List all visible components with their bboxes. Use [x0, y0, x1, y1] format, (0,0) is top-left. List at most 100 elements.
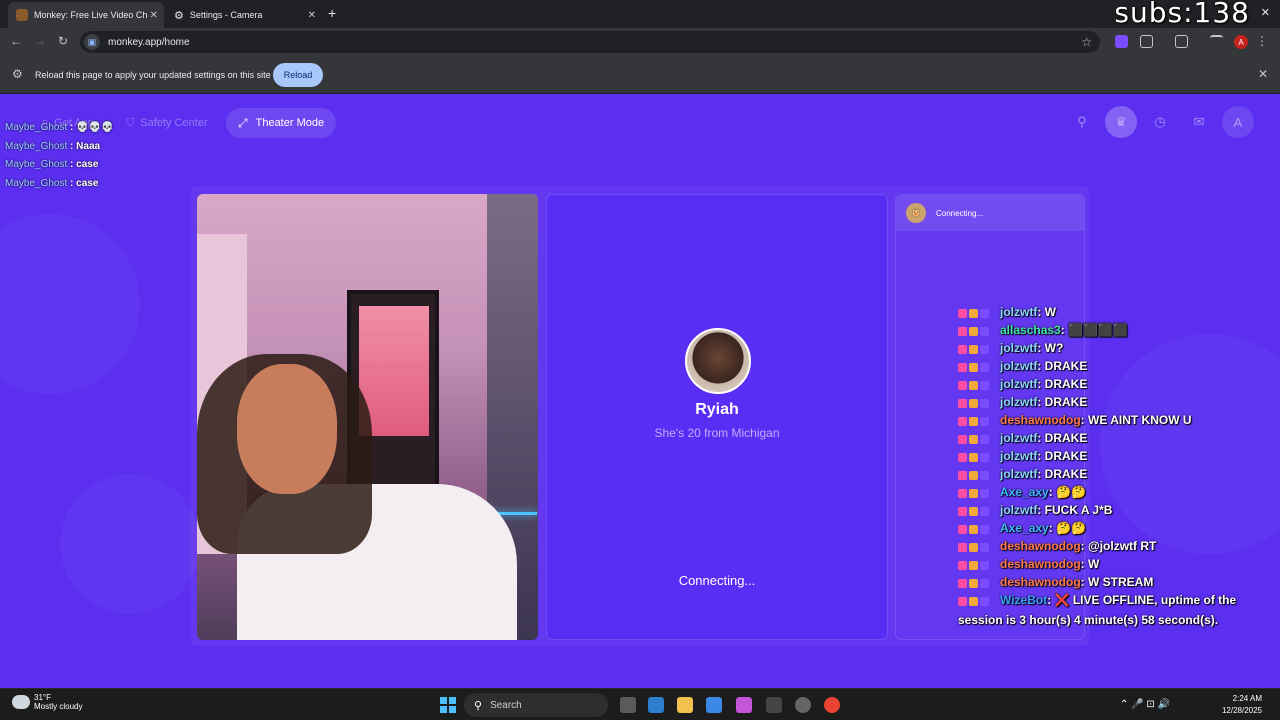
- address-bar[interactable]: ▣ monkey.app/home ☆: [80, 31, 1100, 53]
- tab-label: Settings - Camera: [189, 10, 263, 20]
- list-item: jolzwtf: DRAKE: [958, 375, 1274, 393]
- chat-username: jolzwtf: [1000, 503, 1038, 517]
- chat-message: : DRAKE: [1037, 377, 1088, 391]
- refresh-icon[interactable]: ↻: [58, 34, 68, 48]
- window-close-icon[interactable]: ✕: [1261, 6, 1270, 19]
- list-item: deshawnodog: WE AINT KNOW U: [958, 411, 1274, 429]
- list-item: deshawnodog: W: [958, 555, 1274, 573]
- list-item: jolzwtf: FUCK A J*B: [958, 501, 1274, 519]
- chat-status: Connecting...: [936, 208, 984, 218]
- url-text: monkey.app/home: [108, 36, 190, 48]
- reading-list-icon[interactable]: [1210, 35, 1223, 48]
- chat-message: : DRAKE: [1037, 449, 1088, 463]
- widgets-icon[interactable]: [648, 697, 664, 713]
- list-item: jolzwtf: W: [958, 303, 1274, 321]
- match-profile-panel: Ryiah She's 20 from Michigan Connecting.…: [546, 194, 888, 640]
- crown-icon[interactable]: ♛: [1105, 106, 1137, 138]
- chat-username: WizeBot: [1000, 593, 1048, 607]
- list-item: jolzwtf: DRAKE: [958, 357, 1274, 375]
- extensions-puzzle-icon[interactable]: [1140, 35, 1153, 48]
- monkey-icon: 🐵: [906, 203, 926, 223]
- back-icon[interactable]: ←: [10, 34, 22, 48]
- safety-center-label: Safety Center: [140, 117, 208, 129]
- chat-username: jolzwtf: [1000, 305, 1038, 319]
- chat-username: Axe_axy: [1000, 485, 1049, 499]
- chat-username: jolzwtf: [1000, 341, 1038, 355]
- theater-mode-label: Theater Mode: [255, 117, 325, 129]
- match-name: Ryiah: [695, 401, 739, 418]
- close-infobar-icon[interactable]: ✕: [1258, 67, 1268, 81]
- match-avatar: [685, 328, 751, 394]
- tab-monkey[interactable]: Monkey: Free Live Video Ch ✕: [8, 2, 164, 28]
- list-item: Axe_axy: 🤔🤔: [958, 519, 1274, 537]
- match-status: Connecting...: [678, 573, 756, 588]
- reload-button[interactable]: Reload: [273, 63, 323, 87]
- chat-username: jolzwtf: [1000, 359, 1038, 373]
- chat-username: deshawnodog: [1000, 575, 1081, 589]
- chat-message: : W: [1080, 557, 1100, 571]
- profile-avatar[interactable]: A: [1234, 35, 1248, 49]
- tab-label: Monkey: Free Live Video Ch: [34, 10, 148, 20]
- chat-username: Axe_axy: [1000, 521, 1049, 535]
- chat-message: : WE AINT KNOW U: [1080, 413, 1192, 427]
- close-tab-icon[interactable]: ✕: [150, 10, 158, 21]
- gear-icon: ⚙: [174, 10, 184, 22]
- chat-message: : 🤔🤔: [1048, 521, 1086, 535]
- site-info-icon[interactable]: ▣: [84, 34, 100, 50]
- menu-kebab-icon[interactable]: ⋮: [1256, 34, 1268, 48]
- settings-gear-icon: ⚙: [12, 67, 23, 81]
- weather-widget[interactable]: 31°F Mostly cloudy: [12, 693, 82, 711]
- infobar-message: Reload this page to apply your updated s…: [35, 70, 271, 80]
- chat-username: jolzwtf: [1000, 377, 1038, 391]
- search-icon: ⚲: [474, 699, 483, 712]
- close-tab-icon[interactable]: ✕: [308, 10, 316, 21]
- chat-message: : W: [1037, 305, 1056, 319]
- list-item: Maybe_Ghost : Naaa: [5, 140, 101, 152]
- chat-username: deshawnodog: [1000, 557, 1081, 571]
- extension-shield-icon[interactable]: [1115, 35, 1128, 48]
- chat-message: : ⬛⬛⬛⬛: [1060, 323, 1128, 337]
- app-icon[interactable]: [766, 697, 782, 713]
- clock-time: 2:24 AM: [1232, 694, 1262, 703]
- cloud-icon: [12, 695, 30, 709]
- list-item: WizeBot: ❌ LIVE OFFLINE, uptime of the s…: [958, 591, 1274, 629]
- user-avatar[interactable]: A: [1222, 106, 1254, 138]
- list-item: Axe_axy: 🤔🤔: [958, 483, 1274, 501]
- obs-icon[interactable]: [795, 697, 811, 713]
- forward-icon[interactable]: →: [34, 34, 46, 48]
- cast-icon[interactable]: [1175, 35, 1188, 48]
- list-item: jolzwtf: DRAKE: [958, 429, 1274, 447]
- chat-username: jolzwtf: [1000, 395, 1038, 409]
- task-view-icon[interactable]: [620, 697, 636, 713]
- chat-message: : DRAKE: [1037, 395, 1088, 409]
- browser-tab-strip: Monkey: Free Live Video Ch ✕ ⚙ Settings …: [0, 0, 1280, 29]
- list-item: jolzwtf: DRAKE: [958, 393, 1274, 411]
- new-tab-icon[interactable]: +: [328, 5, 336, 21]
- taskbar-clock[interactable]: 2:24 AM 12/28/2025: [1222, 693, 1262, 717]
- taskbar-search[interactable]: ⚲ Search: [464, 693, 608, 717]
- list-item: allaschas3: ⬛⬛⬛⬛: [958, 321, 1274, 339]
- chrome-icon[interactable]: [824, 697, 840, 713]
- list-item: Maybe_Ghost : case: [5, 177, 99, 189]
- match-description: She's 20 from Michigan: [654, 426, 780, 440]
- copilot-icon[interactable]: [736, 697, 752, 713]
- safety-center-button[interactable]: ⛉ Safety Center: [126, 108, 208, 138]
- search-icon[interactable]: ⚲: [1066, 106, 1098, 138]
- temperature: 31°F: [34, 693, 51, 702]
- messages-icon[interactable]: ✉: [1183, 106, 1215, 138]
- chat-message: : W STREAM: [1080, 575, 1154, 589]
- system-tray-icons[interactable]: ⌃ 🎤 ⊡ 🔊: [1120, 699, 1170, 710]
- list-item: jolzwtf: DRAKE: [958, 447, 1274, 465]
- chat-message: : W?: [1037, 341, 1064, 355]
- history-clock-icon[interactable]: ◷: [1144, 106, 1176, 138]
- tab-settings-camera[interactable]: ⚙ Settings - Camera ✕: [166, 2, 322, 28]
- store-icon[interactable]: [706, 697, 722, 713]
- file-explorer-icon[interactable]: [677, 697, 693, 713]
- chat-message: : DRAKE: [1037, 431, 1088, 445]
- self-video-feed: [197, 194, 538, 640]
- list-item: Maybe_Ghost : case: [5, 159, 99, 171]
- bookmark-star-icon[interactable]: ☆: [1081, 35, 1092, 49]
- chat-header: 🐵 Connecting...: [896, 195, 1084, 231]
- theater-mode-button[interactable]: ⤢ Theater Mode: [226, 108, 337, 138]
- windows-start-icon[interactable]: [440, 697, 456, 713]
